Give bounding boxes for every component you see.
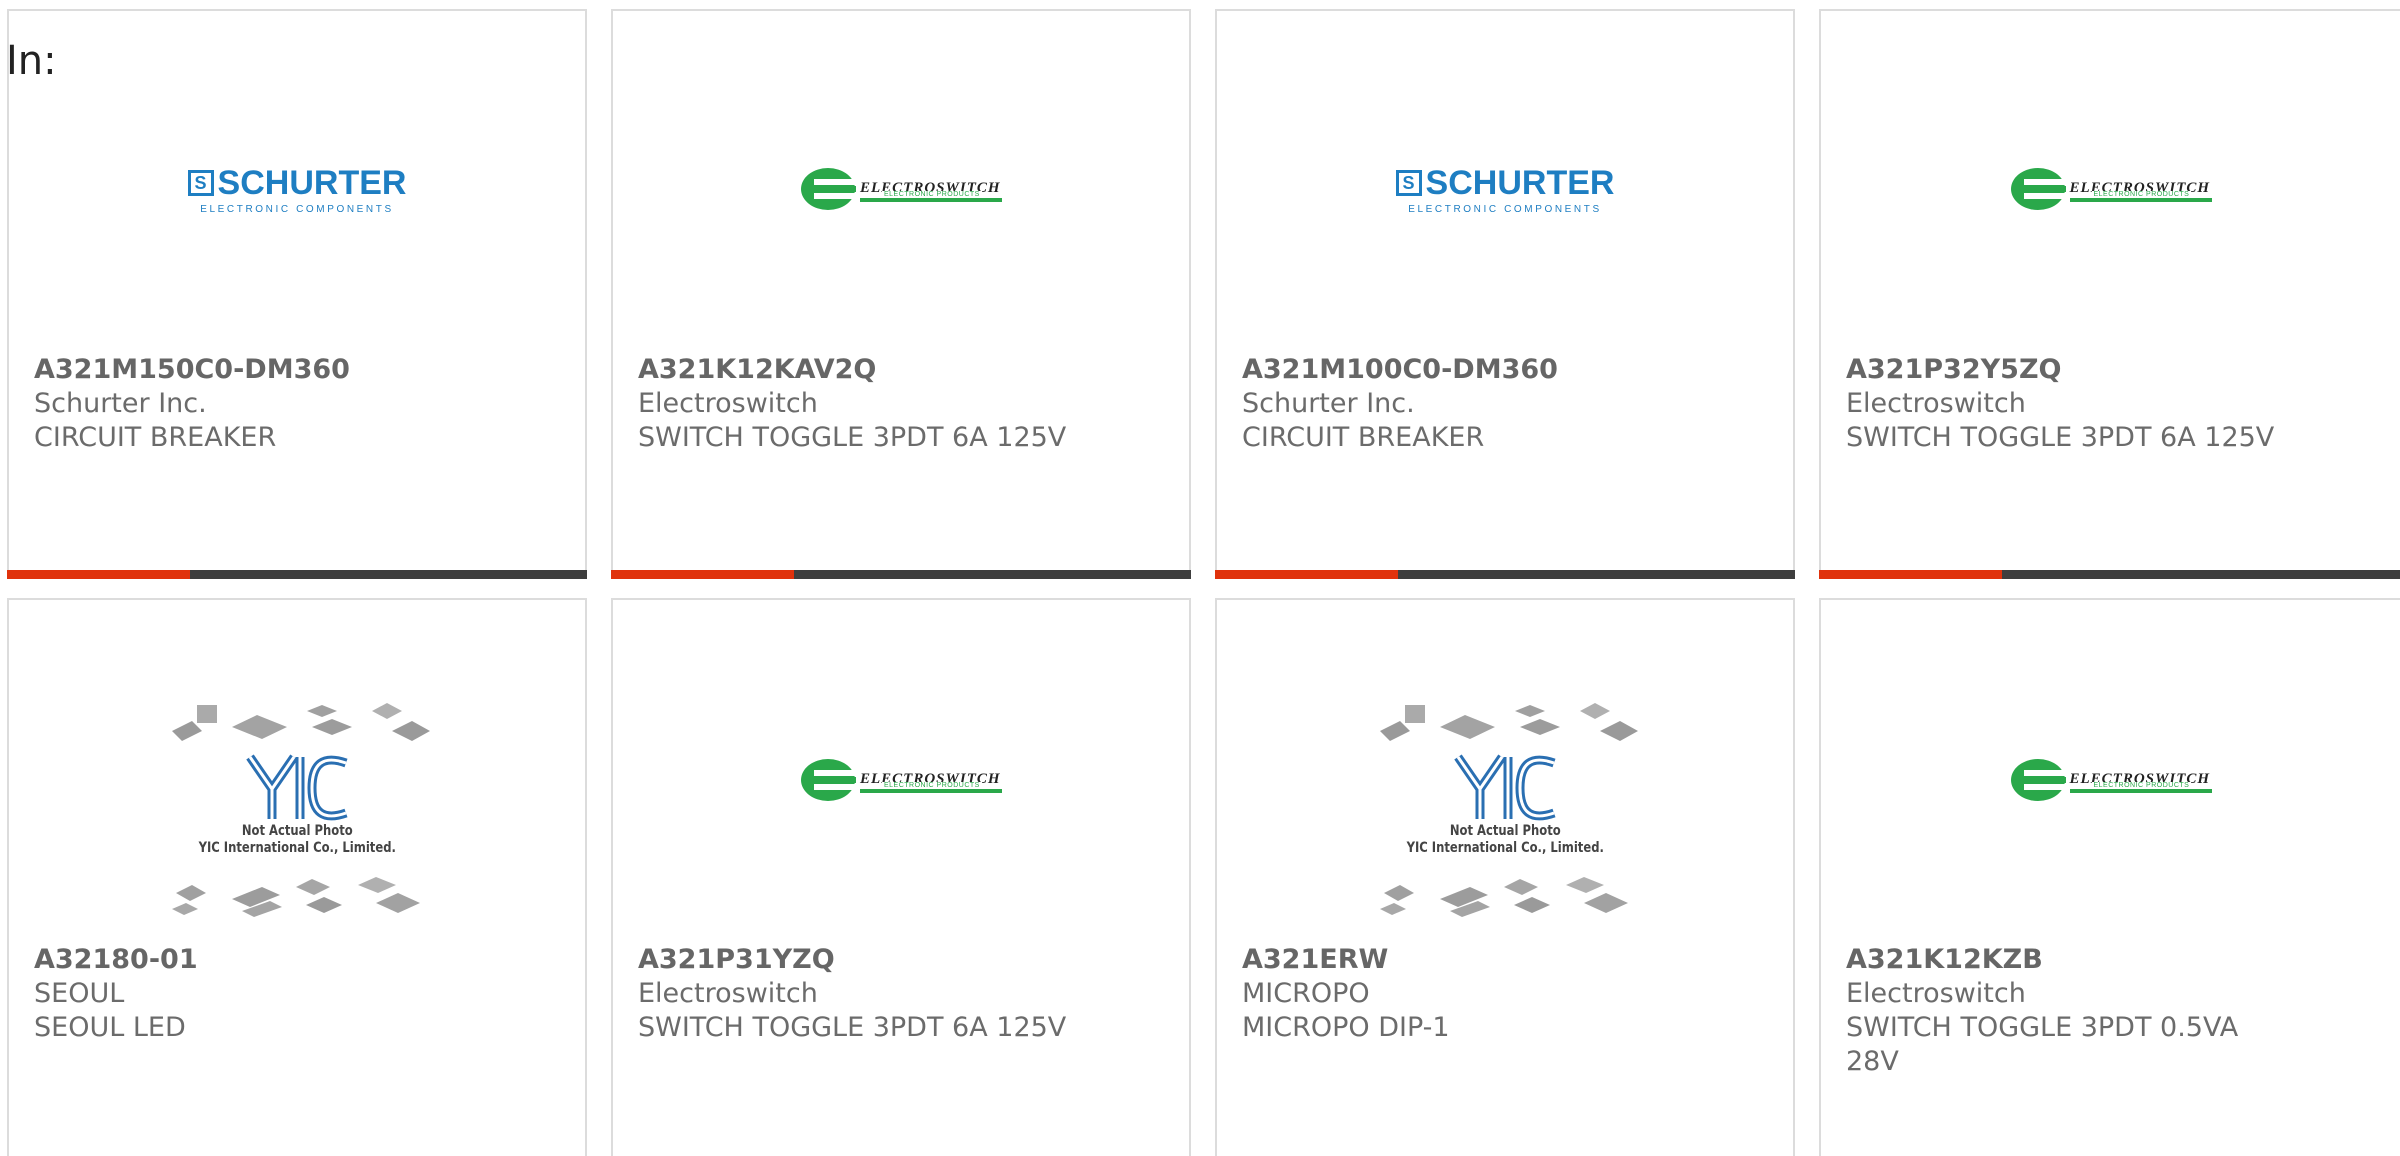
product-description: SWITCH TOGGLE 3PDT 6A 125V: [1846, 422, 2275, 453]
manufacturer-logo: Not Actual Photo YIC International Co., …: [1217, 692, 1793, 932]
manufacturer-logo: ELECTROSWITCH ELECTRONIC PRODUCTS: [1821, 159, 2400, 219]
part-number-link[interactable]: A321P31YZQ: [638, 943, 1169, 977]
schurter-mark-icon: S: [187, 170, 214, 196]
manufacturer-logo: ELECTROSWITCH ELECTRONIC PRODUCTS: [613, 159, 1189, 219]
product-description: CIRCUIT BREAKER: [1242, 422, 1485, 453]
product-description: SWITCH TOGGLE 3PDT 0.5VA 28V: [1846, 1012, 2239, 1077]
electroswitch-logo-sub: ELECTRONIC PRODUCTS: [882, 191, 982, 198]
chip-packages-icon: [172, 877, 420, 917]
schurter-logo-sub: ELECTRONIC COMPONENTS: [200, 203, 394, 215]
part-number-link[interactable]: A321M150C0-DM360: [34, 353, 565, 387]
electroswitch-logo-sub: ELECTRONIC PRODUCTS: [2091, 782, 2192, 789]
card-accent-bar: [7, 570, 587, 579]
yic-logo-icon: [1454, 754, 1556, 821]
manufacturer-logo: ELECTROSWITCH ELECTRONIC PRODUCTS: [613, 750, 1189, 810]
electroswitch-e-icon: [801, 168, 856, 210]
manufacturer-name: Electroswitch: [638, 388, 818, 419]
yic-caption-line2: YIC International Co., Limited.: [1406, 840, 1604, 856]
product-card[interactable]: Not Actual Photo YIC International Co., …: [7, 598, 587, 1156]
card-accent-bar: [1215, 570, 1795, 579]
manufacturer-logo: S SCHURTER ELECTRONIC COMPONENTS: [1217, 159, 1793, 219]
yic-placeholder-image: Not Actual Photo YIC International Co., …: [162, 701, 432, 923]
manufacturer-logo: S SCHURTER ELECTRONIC COMPONENTS: [9, 159, 585, 219]
product-card[interactable]: Not Actual Photo YIC International Co., …: [1215, 598, 1795, 1156]
chip-packages-icon: [1380, 877, 1628, 917]
card-accent-bar: [611, 570, 1191, 579]
manufacturer-name: MICROPO: [1242, 978, 1370, 1009]
schurter-logo-name: SCHURTER: [1425, 163, 1615, 202]
product-card[interactable]: ELECTROSWITCH ELECTRONIC PRODUCTS A321K1…: [1819, 598, 2400, 1156]
manufacturer-logo: Not Actual Photo YIC International Co., …: [9, 692, 585, 932]
part-number-link[interactable]: A321P32Y5ZQ: [1846, 353, 2380, 387]
in-label: In:: [6, 38, 57, 84]
schurter-logo: S SCHURTER ELECTRONIC COMPONENTS: [187, 163, 407, 215]
yic-placeholder-image: Not Actual Photo YIC International Co., …: [1370, 701, 1640, 923]
yic-caption-line2: YIC International Co., Limited.: [198, 840, 396, 856]
manufacturer-name: Schurter Inc.: [1242, 388, 1415, 419]
part-number-link[interactable]: A321K12KZB: [1846, 943, 2260, 977]
manufacturer-name: Electroswitch: [1846, 388, 2026, 419]
manufacturer-name: Schurter Inc.: [34, 388, 207, 419]
part-number-link[interactable]: A321M100C0-DM360: [1242, 353, 1773, 387]
yic-caption-line1: Not Actual Photo: [241, 823, 353, 839]
chip-packages-icon: [1380, 703, 1638, 741]
electroswitch-logo: ELECTROSWITCH ELECTRONIC PRODUCTS: [800, 758, 1002, 802]
part-number-link[interactable]: A32180-01: [34, 943, 565, 977]
yic-logo-icon: [246, 754, 348, 821]
manufacturer-name: Electroswitch: [1846, 978, 2026, 1009]
electroswitch-e-icon: [2010, 168, 2066, 210]
part-number-link[interactable]: A321K12KAV2Q: [638, 353, 1169, 387]
manufacturer-logo: ELECTROSWITCH ELECTRONIC PRODUCTS: [1821, 750, 2400, 810]
product-grid-page: In: S SCHURTER ELECTRONIC COMPONENTS A32…: [0, 0, 2400, 1156]
product-description: SWITCH TOGGLE 3PDT 6A 125V: [638, 1012, 1067, 1043]
product-description: CIRCUIT BREAKER: [34, 422, 277, 453]
electroswitch-e-icon: [801, 759, 856, 801]
product-card[interactable]: ELECTROSWITCH ELECTRONIC PRODUCTS A321P3…: [1819, 9, 2400, 579]
product-description: MICROPO DIP-1: [1242, 1012, 1450, 1043]
electroswitch-logo: ELECTROSWITCH ELECTRONIC PRODUCTS: [800, 167, 1002, 211]
electroswitch-logo: ELECTROSWITCH ELECTRONIC PRODUCTS: [2010, 758, 2212, 802]
electroswitch-logo: ELECTROSWITCH ELECTRONIC PRODUCTS: [2010, 167, 2212, 211]
schurter-logo-name: SCHURTER: [217, 163, 407, 202]
electroswitch-e-icon: [2010, 759, 2066, 801]
schurter-logo-sub: ELECTRONIC COMPONENTS: [1408, 203, 1602, 215]
schurter-logo: S SCHURTER ELECTRONIC COMPONENTS: [1395, 163, 1615, 215]
manufacturer-name: SEOUL: [34, 978, 125, 1009]
product-description: SWITCH TOGGLE 3PDT 6A 125V: [638, 422, 1067, 453]
electroswitch-logo-sub: ELECTRONIC PRODUCTS: [882, 782, 982, 789]
schurter-mark-icon: S: [1395, 170, 1422, 196]
product-card[interactable]: S SCHURTER ELECTRONIC COMPONENTS A321M10…: [1215, 9, 1795, 579]
electroswitch-logo-sub: ELECTRONIC PRODUCTS: [2091, 191, 2192, 198]
product-card[interactable]: ELECTROSWITCH ELECTRONIC PRODUCTS A321K1…: [611, 9, 1191, 579]
product-card[interactable]: S SCHURTER ELECTRONIC COMPONENTS A321M15…: [7, 9, 587, 579]
yic-caption-line1: Not Actual Photo: [1449, 823, 1561, 839]
manufacturer-name: Electroswitch: [638, 978, 818, 1009]
product-description: SEOUL LED: [34, 1012, 186, 1043]
card-accent-bar: [1819, 570, 2400, 579]
part-number-link[interactable]: A321ERW: [1242, 943, 1773, 977]
product-card[interactable]: ELECTROSWITCH ELECTRONIC PRODUCTS A321P3…: [611, 598, 1191, 1156]
chip-packages-icon: [172, 703, 430, 741]
